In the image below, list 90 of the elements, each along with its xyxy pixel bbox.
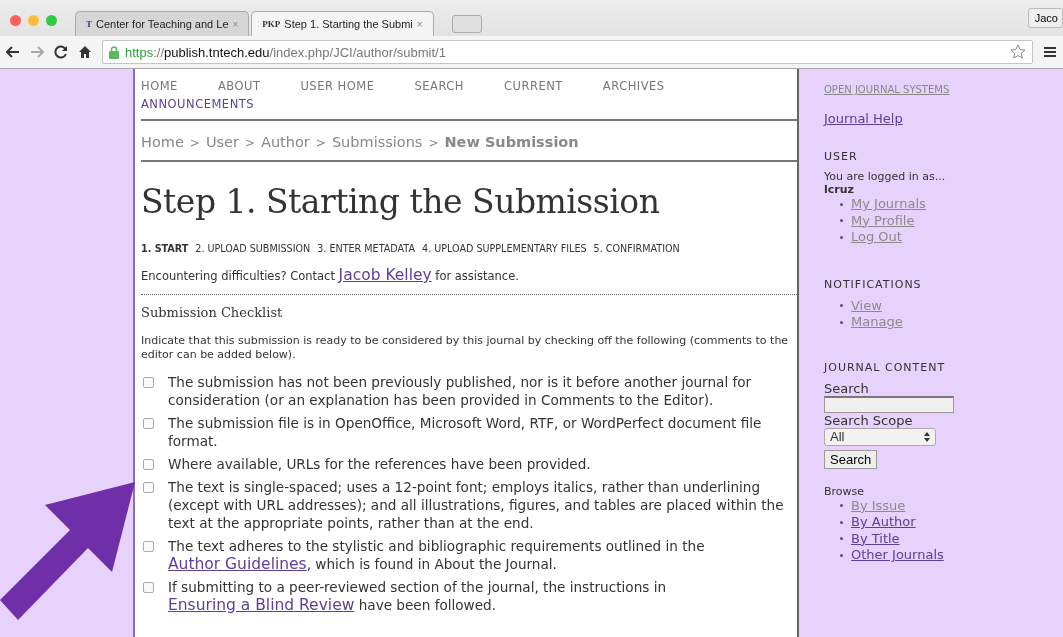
minimize-icon[interactable] <box>28 14 39 26</box>
forward-icon[interactable] <box>30 45 44 59</box>
back-icon[interactable] <box>6 45 20 59</box>
reload-icon[interactable] <box>54 45 68 59</box>
browser-tab[interactable]: T Center for Teaching and Le × <box>75 11 250 36</box>
search-label: Search <box>824 380 870 396</box>
breadcrumb-separator: > <box>315 136 326 150</box>
checkbox[interactable] <box>143 458 154 470</box>
maximize-icon[interactable] <box>46 14 57 26</box>
star-icon[interactable] <box>1010 44 1026 60</box>
url-text: https://publish.tntech.edu/index.php/JCI/author/submit/1 <box>125 44 446 60</box>
bullet-icon <box>840 304 843 308</box>
bullet-icon <box>840 553 843 557</box>
search-button[interactable]: Search <box>824 449 878 469</box>
profile-button[interactable]: Jaco <box>1027 8 1063 28</box>
guideline-link[interactable]: Author Guidelines <box>168 554 307 573</box>
nav-link[interactable]: ABOUT <box>217 79 261 93</box>
scope-select[interactable]: All <box>824 427 936 446</box>
sidebar-link[interactable]: Other Journals <box>851 547 944 564</box>
section-heading: JOURNAL CONTENT <box>824 360 947 374</box>
step-label: 5. CONFIRMATION <box>593 243 680 254</box>
step-label: 2. UPLOAD SUBMISSION <box>195 243 311 254</box>
sidebar-link[interactable]: By Author <box>851 514 916 531</box>
checklist-intro: Indicate that this submission is ready to be considered by this journal by checking off the following (comments to the editor can be added below). <box>141 334 790 363</box>
menu-icon[interactable] <box>1043 45 1057 59</box>
help-text: Encountering difficulties? Contact Jacob Kelley for assistance. <box>141 266 797 295</box>
scope-label: Search Scope <box>824 412 914 428</box>
browser-tab[interactable]: PKP Step 1. Starting the Submi × <box>251 11 434 36</box>
nav-link[interactable]: HOME <box>141 79 178 93</box>
nav-link[interactable]: SEARCH <box>414 79 464 93</box>
sidebar-link[interactable]: My Profile <box>851 212 915 229</box>
nav-link[interactable]: ANNOUNCEMENTS <box>141 97 255 111</box>
checklist-item-text: The submission file is in OpenOffice, Microsoft Word, RTF, or WordPerfect document file format. <box>168 413 763 450</box>
search-field[interactable] <box>824 395 954 413</box>
close-icon[interactable] <box>10 14 21 26</box>
checkbox[interactable] <box>143 376 154 388</box>
username: lcruz <box>824 183 855 196</box>
sidebar-link[interactable]: By Issue <box>851 497 906 514</box>
breadcrumb-separator: > <box>428 136 439 150</box>
nav-link[interactable]: ARCHIVES <box>602 79 665 93</box>
browse-label: Browse <box>824 484 866 498</box>
checklist-item-text: The submission has not been previously published, nor is it before another journal for consideration (or an explanation has been provided in Comments to the Editor). <box>168 372 753 409</box>
checkbox[interactable] <box>143 581 154 593</box>
breadcrumb-link[interactable]: User <box>205 134 239 150</box>
journal-help-link[interactable]: Journal Help <box>824 111 1063 126</box>
nav-link[interactable]: USER HOME <box>300 79 375 93</box>
home-icon[interactable] <box>78 45 92 59</box>
contact-link[interactable]: Jacob Kelley <box>338 266 432 284</box>
page-title: Step 1. Starting the Submission <box>141 182 661 221</box>
bullet-icon <box>840 202 843 206</box>
lock-icon <box>109 45 119 59</box>
breadcrumb-link[interactable]: Submissions <box>331 134 423 150</box>
sidebar-link[interactable]: Manage <box>851 314 903 331</box>
checklist-item-text: Where available, URLs for the references have been provided. <box>168 454 591 473</box>
bullet-icon <box>840 219 843 223</box>
section-heading: NOTIFICATIONS <box>824 277 923 291</box>
ojs-link[interactable]: OPEN JOURNAL SYSTEMS <box>824 84 1063 95</box>
bullet-icon <box>840 520 843 524</box>
step-label: 1. START <box>141 243 189 254</box>
checkbox[interactable] <box>143 540 154 552</box>
checkbox[interactable] <box>143 417 154 429</box>
step-label: 3. ENTER METADATA <box>317 243 416 254</box>
new-tab-button[interactable] <box>451 15 482 33</box>
sidebar-link[interactable]: By Title <box>851 530 900 547</box>
bullet-icon <box>840 504 843 508</box>
checklist-heading: Submission Checklist <box>141 305 284 320</box>
sidebar-link[interactable]: Log Out <box>851 229 902 246</box>
checklist-item-text: The text is single-spaced; uses a 12-point font; employs italics, rather than underlining (except with URL addresses); and all illustrations, figures, and tables are placed within the text at the appropriate points, rather than at the end. <box>168 477 785 532</box>
updown-icon <box>924 431 930 442</box>
login-text: You are logged in as... <box>824 170 947 183</box>
address-field[interactable]: https://publish.tntech.edu/index.php/JCI/author/submit/1 <box>102 40 1033 64</box>
breadcrumb-link[interactable]: Home <box>141 134 184 150</box>
checkbox[interactable] <box>143 481 154 493</box>
bullet-icon <box>840 537 843 541</box>
section-heading: USER <box>824 150 859 163</box>
guideline-link[interactable]: Ensuring a Blind Review <box>168 595 355 614</box>
checklist-item-text: The text adheres to the stylistic and bibliographic requirements outlined in the Author Guidelines, which is found in About the Journal. <box>168 536 706 573</box>
breadcrumb-link[interactable]: New Submission <box>444 134 579 150</box>
sidebar-link[interactable]: View <box>851 297 882 314</box>
bullet-icon <box>840 235 843 239</box>
bullet-icon <box>840 320 843 324</box>
tab-close-button[interactable]: × <box>416 18 423 30</box>
breadcrumb-link[interactable]: Author <box>261 134 310 150</box>
tab-close-button[interactable]: × <box>232 18 239 30</box>
breadcrumb-separator: > <box>189 136 200 150</box>
nav-link[interactable]: CURRENT <box>504 79 563 93</box>
step-label: 4. UPLOAD SUPPLEMENTARY FILES <box>422 243 587 254</box>
breadcrumb-separator: > <box>244 136 255 150</box>
sidebar-link[interactable]: My Journals <box>851 196 926 213</box>
checklist-item-text: If submitting to a peer-reviewed section of the journal, the instructions in Ensuring a Blind Review have been followed. <box>168 577 668 614</box>
